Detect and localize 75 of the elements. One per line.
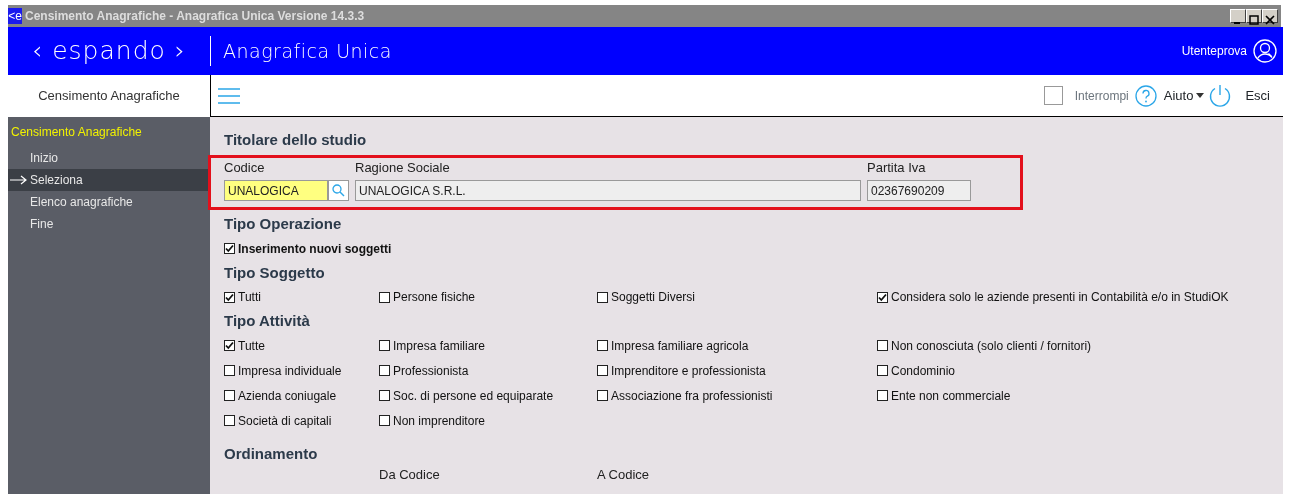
checkbox[interactable] [597,365,608,376]
help-icon[interactable] [1134,84,1157,107]
sidebar-item[interactable]: Elenco anagrafiche [8,191,210,213]
sidebar-item[interactable]: Fine [8,213,210,235]
section-heading: Tipo Soggetto [224,262,326,283]
checkbox[interactable] [379,390,390,401]
checkbox-label: Associazione fra professionisti [611,387,773,405]
company-name-field[interactable]: UNALOGICA S.R.L. [355,180,861,201]
section-heading: Tipo Attività [224,311,311,331]
stop-label: Interrompi [1074,87,1129,105]
vat-number-field[interactable]: 02367690209 [867,180,971,201]
checkbox[interactable] [877,291,888,303]
checkbox-label: Imprenditore e professionista [611,362,766,380]
checkbox-label: Azienda coniugale [238,387,337,405]
checkbox[interactable] [224,291,235,303]
checkbox-label: Impresa familiare agricola [611,337,749,355]
checkbox[interactable] [379,291,390,303]
close-button[interactable] [1262,9,1278,23]
checkbox-label: Impresa familiare [393,337,486,355]
app-title: Anagrafica Unica [223,38,393,64]
checkbox-label: Impresa individuale [238,362,342,380]
sidebar-item[interactable]: Seleziona [8,169,210,191]
checkbox-label: Non imprenditore [393,412,486,430]
stop-checkbox[interactable] [1043,86,1063,105]
section-heading: Tipo Operazione [224,214,343,234]
checkbox[interactable] [597,291,608,303]
field-label: Partita Iva [867,158,927,177]
user-name: Utenteprova [1181,43,1247,60]
field-label: Ragione Sociale [355,158,451,177]
help-menu[interactable]: Aiuto [1162,84,1206,107]
checkbox[interactable] [379,340,390,351]
checkbox[interactable] [379,415,390,426]
field-label: Codice [224,158,266,177]
section-heading: Ordinamento [224,443,319,464]
code-field[interactable]: UNALOGICA [224,180,328,201]
logo: ‹ espando › [31,35,187,68]
checkbox-label: Soggetti Diversi [611,289,696,306]
checkbox[interactable] [224,365,235,376]
section-heading: Titolare dello studio [224,130,368,150]
window-title: Censimento Anagrafiche - Anagrafica Unica Versione 14.3.3 [25,8,366,25]
minimize-button[interactable] [1230,9,1246,23]
checkbox[interactable] [597,390,608,401]
user-icon[interactable] [1253,39,1277,63]
checkbox[interactable] [877,340,888,351]
checkbox-label: Soc. di persone ed equiparate [393,387,554,405]
checkbox[interactable] [224,340,235,351]
checkbox[interactable] [877,365,888,376]
app-icon: <e [8,8,22,24]
checkbox-label: Ente non commerciale [891,387,1011,405]
checkbox[interactable] [224,390,235,401]
exit-button[interactable]: Esci [1244,84,1271,107]
checkbox-label: Società di capitali [238,412,332,430]
checkbox-label: Condominio [891,362,956,380]
checkbox-label: Persone fisiche [393,289,476,306]
sidebar-item[interactable]: Inizio [8,147,210,169]
checkbox[interactable] [597,340,608,351]
checkbox-label: Professionista [393,362,469,380]
arrow-icon [10,175,27,185]
checkbox[interactable] [224,243,235,254]
power-icon[interactable] [1208,83,1233,108]
checkbox-label: Considera solo le aziende presenti in Contabilità e/o in StudiOK [891,289,1229,306]
column-label: Da Codice [379,466,441,484]
search-button[interactable] [328,180,349,201]
checkbox-label: Tutti [238,289,261,306]
checkbox[interactable] [224,415,235,426]
maximize-button[interactable] [1246,9,1262,23]
checkbox-label: Non conosciuta (solo clienti / fornitori) [891,337,1092,355]
checkbox[interactable] [379,365,390,376]
checkbox-label: Inserimento nuovi soggetti [238,240,392,258]
column-label: A Codice [597,466,651,484]
caret-icon [1196,93,1205,98]
checkbox[interactable] [877,390,888,401]
checkbox-label: Tutte [238,337,265,355]
sidebar-section-title: Censimento Anagrafiche [10,124,143,141]
panel-title: Censimento Anagrafiche [37,87,181,106]
